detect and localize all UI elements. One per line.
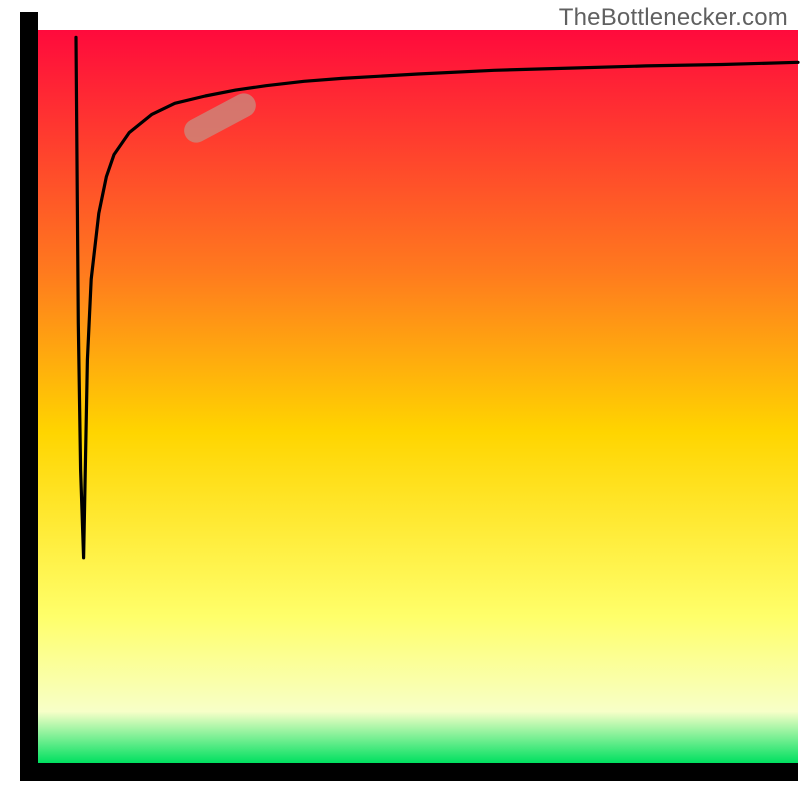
x-axis [20,763,798,781]
plot-background [38,30,798,763]
plot-wrapper [0,0,800,800]
plot-svg [0,0,800,800]
y-axis [20,12,38,781]
chart-stage: TheBottlenecker.com [0,0,800,800]
watermark-text: TheBottlenecker.com [559,4,788,32]
